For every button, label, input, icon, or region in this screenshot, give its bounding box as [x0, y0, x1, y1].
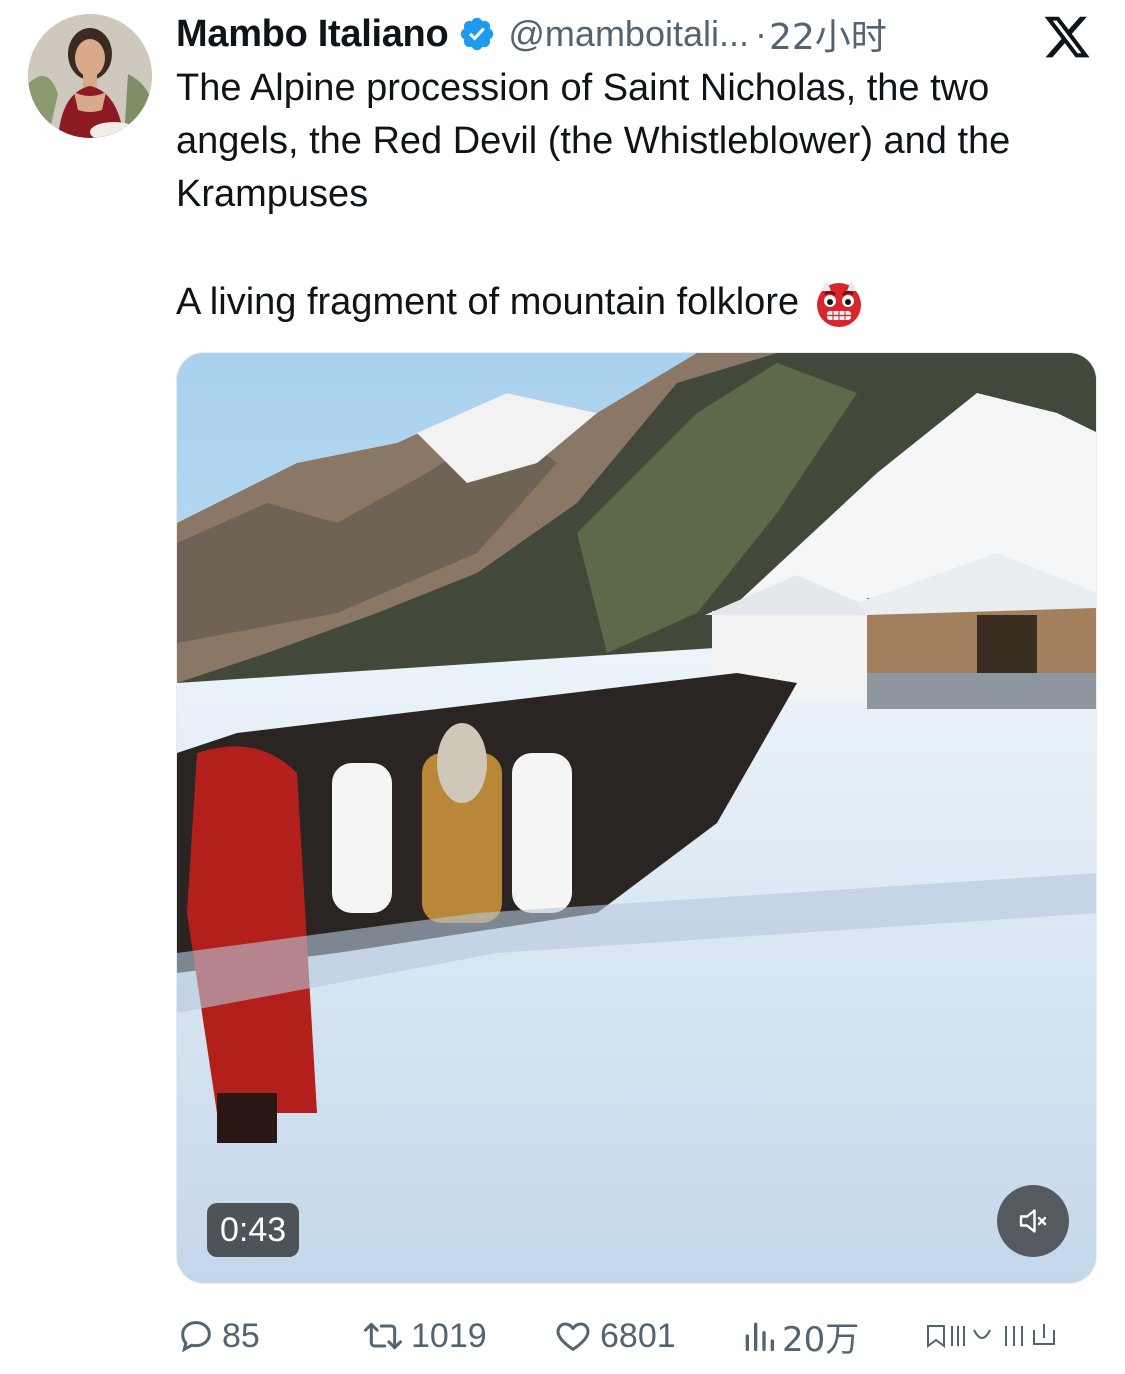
like-button[interactable]: 6801 [552, 1312, 676, 1360]
tweet-text-line-2: A living fragment of mountain folklore [176, 281, 800, 323]
x-logo-icon [1044, 16, 1090, 58]
mute-button[interactable] [997, 1185, 1069, 1257]
tweet-text: The Alpine procession of Saint Nicholas,… [176, 62, 1076, 221]
verified-badge-icon [461, 17, 494, 51]
views-button[interactable]: 20万 [742, 1312, 859, 1360]
retweet-button[interactable]: 1019 [361, 1312, 487, 1360]
action-bar: 85 1019 6801 20万 [176, 1312, 1106, 1360]
speaker-muted-icon [1019, 1209, 1047, 1233]
tweet-text-line: The Alpine procession of Saint Nicholas,… [176, 67, 1011, 215]
retweet-count: 1019 [411, 1316, 487, 1355]
avatar[interactable] [28, 14, 152, 138]
user-handle[interactable]: @mamboitali... [508, 13, 749, 55]
video-duration: 0:43 [207, 1203, 300, 1257]
retweet-icon [364, 1322, 402, 1350]
display-name[interactable]: Mambo Italiano [176, 13, 449, 56]
like-count: 6801 [600, 1316, 676, 1355]
views-count: 20万 [782, 1319, 860, 1360]
tweet-header: Mambo Italiano @mamboitali... · 22小时 [176, 8, 1006, 60]
video-frame [177, 353, 1096, 1283]
timestamp[interactable]: 22小时 [769, 8, 887, 60]
ogre-face-emoji [817, 280, 862, 327]
analytics-icon [745, 1322, 774, 1351]
tweet-text-second-paragraph: A living fragment of mountain folklore [176, 276, 1076, 329]
bookmark-icon [927, 1325, 991, 1348]
reply-count: 85 [222, 1316, 260, 1355]
reply-button[interactable]: 85 [176, 1312, 260, 1360]
heart-icon [556, 1322, 590, 1351]
share-icon[interactable] [1002, 1316, 1062, 1356]
video-player[interactable]: 0:43 [176, 352, 1097, 1284]
separator-dot: · [755, 13, 767, 54]
bookmark-share-group[interactable] [922, 1312, 1062, 1360]
reply-icon [181, 1321, 211, 1353]
